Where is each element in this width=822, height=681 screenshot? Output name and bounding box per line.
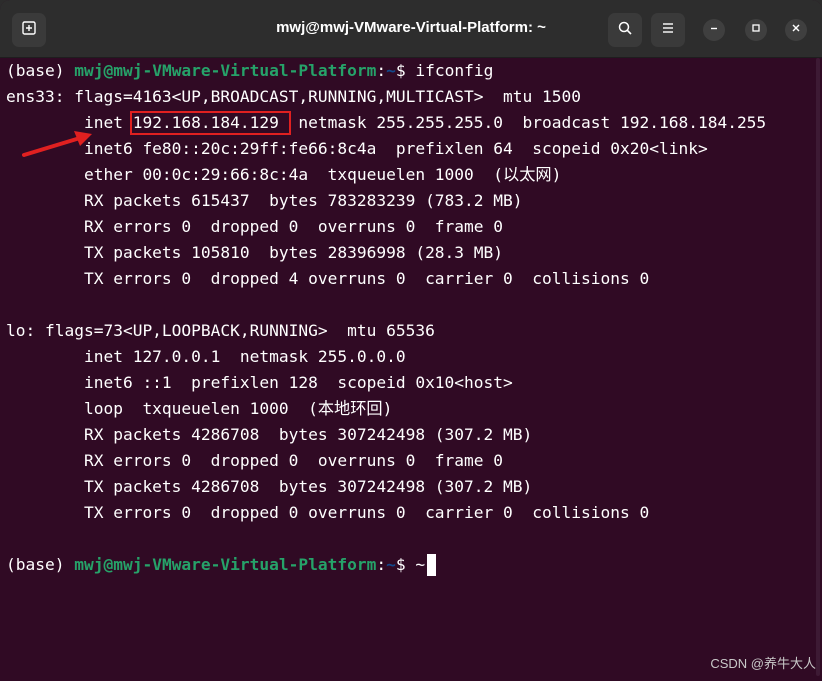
ens33-rx-errors-line: RX errors 0 dropped 0 overruns 0 frame 0: [6, 217, 504, 236]
hamburger-menu-icon: [660, 20, 676, 41]
lo-rx-packets-line: RX packets 4286708 bytes 307242498 (307.…: [6, 425, 533, 444]
window-title: mwj@mwj-VMware-Virtual-Platform: ~: [276, 19, 546, 36]
close-icon: [790, 21, 802, 39]
ens33-tx-packets-line: TX packets 105810 bytes 28396998 (28.3 M…: [6, 243, 504, 262]
terminal-window: mwj@mwj-VMware-Virtual-Platform: ~ (base…: [0, 0, 822, 681]
command-line-ifconfig: (base) mwj@mwj-VMware-Virtual-Platform:~…: [6, 60, 493, 82]
lo-tx-packets-line: TX packets 4286708 bytes 307242498 (307.…: [6, 477, 533, 496]
ens33-ether-line: ether 00:0c:29:66:8c:4a txqueuelen 1000 …: [6, 165, 562, 184]
typed-input: ~: [415, 555, 426, 574]
ens33-inet-line: inet 192.168.184.129 netmask 255.255.255…: [6, 112, 766, 134]
prompt-user-host: mwj@mwj-VMware-Virtual-Platform: [74, 555, 377, 574]
prompt-separator: :: [376, 61, 387, 80]
netmask-broadcast: netmask 255.255.255.0 broadcast 192.168.…: [278, 113, 767, 132]
current-prompt-line[interactable]: (base) mwj@mwj-VMware-Virtual-Platform:~…: [6, 554, 437, 576]
lo-rx-errors-line: RX errors 0 dropped 0 overruns 0 frame 0: [6, 451, 504, 470]
search-button[interactable]: [608, 13, 642, 47]
lo-inet6-line: inet6 ::1 prefixlen 128 scopeid 0x10<hos…: [6, 373, 513, 392]
prompt-separator: :: [376, 555, 387, 574]
command-text: ifconfig: [415, 61, 494, 80]
prompt-path: ~: [386, 555, 396, 574]
ens33-inet6-line: inet6 fe80::20c:29ff:fe66:8c4a prefixlen…: [6, 139, 708, 158]
scrollbar[interactable]: [816, 58, 820, 676]
title-bar: mwj@mwj-VMware-Virtual-Platform: ~: [0, 0, 822, 58]
ens33-rx-packets-line: RX packets 615437 bytes 783283239 (783.2…: [6, 191, 523, 210]
ens33-tx-errors-line: TX errors 0 dropped 4 overruns 0 carrier…: [6, 269, 650, 288]
csdn-watermark: CSDN @养牛大人: [710, 656, 816, 671]
ens33-flags-line: ens33: flags=4163<UP,BROADCAST,RUNNING,M…: [6, 87, 581, 106]
minimize-icon: [708, 21, 720, 39]
prompt-symbol: $: [395, 555, 416, 574]
terminal-output[interactable]: (base) mwj@mwj-VMware-Virtual-Platform:~…: [6, 58, 822, 681]
prompt-path: ~: [386, 61, 396, 80]
ip-highlight-box: [130, 111, 291, 135]
red-arrow-annotation: [22, 131, 92, 157]
conda-env-label: (base): [6, 61, 75, 80]
search-icon: [617, 20, 633, 41]
lo-tx-errors-line: TX errors 0 dropped 0 overruns 0 carrier…: [6, 503, 650, 522]
prompt-user-host: mwj@mwj-VMware-Virtual-Platform: [74, 61, 377, 80]
close-button[interactable]: [785, 19, 807, 41]
lo-flags-line: lo: flags=73<UP,LOOPBACK,RUNNING> mtu 65…: [6, 321, 435, 340]
menu-button[interactable]: [651, 13, 685, 47]
prompt-symbol: $: [395, 61, 416, 80]
lo-inet-line: inet 127.0.0.1 netmask 255.0.0.0: [6, 347, 406, 366]
maximize-button[interactable]: [745, 19, 767, 41]
lo-loop-line: loop txqueuelen 1000 (本地环回): [6, 399, 393, 418]
maximize-icon: [750, 21, 762, 39]
minimize-button[interactable]: [703, 19, 725, 41]
text-cursor: [427, 554, 437, 576]
conda-env-label: (base): [6, 555, 75, 574]
